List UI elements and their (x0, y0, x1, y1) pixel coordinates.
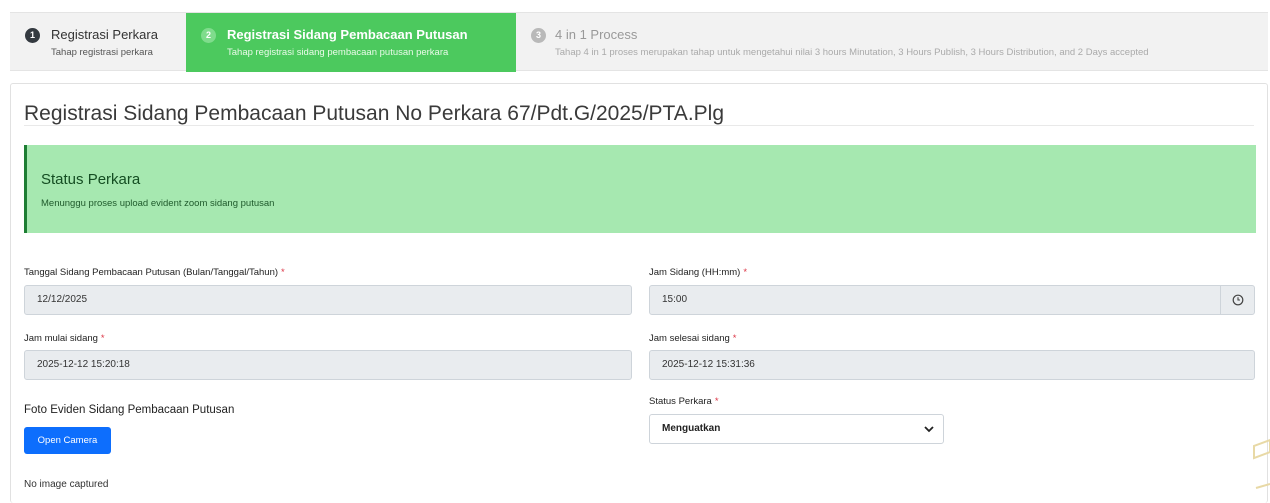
jam-sidang-input[interactable]: 15:00 (649, 285, 1221, 315)
step-registrasi-perkara[interactable]: 1 Registrasi Perkara Tahap registrasi pe… (10, 13, 186, 72)
decorative-edge-shape (1253, 438, 1270, 489)
step-subtitle: Tahap registrasi perkara (51, 47, 153, 58)
step-subtitle: Tahap registrasi sidang pembacaan putusa… (227, 47, 449, 58)
open-camera-button[interactable]: Open Camera (24, 427, 111, 454)
status-perkara-selected: Menguatkan (662, 423, 721, 434)
required-marker: * (100, 333, 105, 344)
alert-title: Status Perkara (41, 171, 141, 188)
tanggal-sidang-label: Tanggal Sidang Pembacaan Putusan (Bulan/… (24, 267, 285, 278)
no-image-text: No image captured (24, 479, 109, 490)
status-perkara-label: Status Perkara * (649, 396, 719, 407)
progress-stepper: 1 Registrasi Perkara Tahap registrasi pe… (10, 12, 1268, 72)
jam-mulai-input[interactable]: 2025-12-12 15:20:18 (24, 350, 632, 380)
foto-eviden-label: Foto Eviden Sidang Pembacaan Putusan (24, 404, 235, 416)
step-title: Registrasi Sidang Pembacaan Putusan (227, 27, 468, 42)
page-title: Registrasi Sidang Pembacaan Putusan No P… (24, 102, 725, 125)
step-title: 4 in 1 Process (555, 27, 638, 42)
step-subtitle: Tahap 4 in 1 proses merupakan tahap untu… (555, 47, 1149, 58)
title-divider (24, 125, 1254, 126)
jam-mulai-label: Jam mulai sidang * (24, 333, 105, 344)
step-4in1-process[interactable]: 3 4 in 1 Process Tahap 4 in 1 proses mer… (516, 13, 1268, 72)
required-marker: * (743, 267, 748, 278)
status-alert: Status Perkara Menunggu proses upload ev… (24, 145, 1256, 233)
step-number-badge: 2 (201, 28, 216, 43)
step-number-badge: 1 (25, 28, 40, 43)
jam-sidang-label: Jam Sidang (HH:mm) * (649, 267, 748, 278)
chevron-down-icon (924, 426, 934, 433)
step-number-badge: 3 (531, 28, 546, 43)
step-registrasi-sidang-active[interactable]: 2 Registrasi Sidang Pembacaan Putusan Ta… (186, 13, 516, 72)
clock-icon[interactable] (1220, 285, 1255, 315)
status-perkara-select[interactable]: Menguatkan (649, 414, 944, 444)
jam-selesai-label: Jam selesai sidang * (649, 333, 737, 344)
step-title: Registrasi Perkara (51, 27, 158, 42)
required-marker: * (732, 333, 737, 344)
required-marker: * (714, 396, 719, 407)
required-marker: * (281, 267, 285, 278)
alert-message: Menunggu proses upload evident zoom sida… (41, 198, 275, 209)
tanggal-sidang-input[interactable]: 12/12/2025 (24, 285, 632, 315)
jam-selesai-input[interactable]: 2025-12-12 15:31:36 (649, 350, 1255, 380)
